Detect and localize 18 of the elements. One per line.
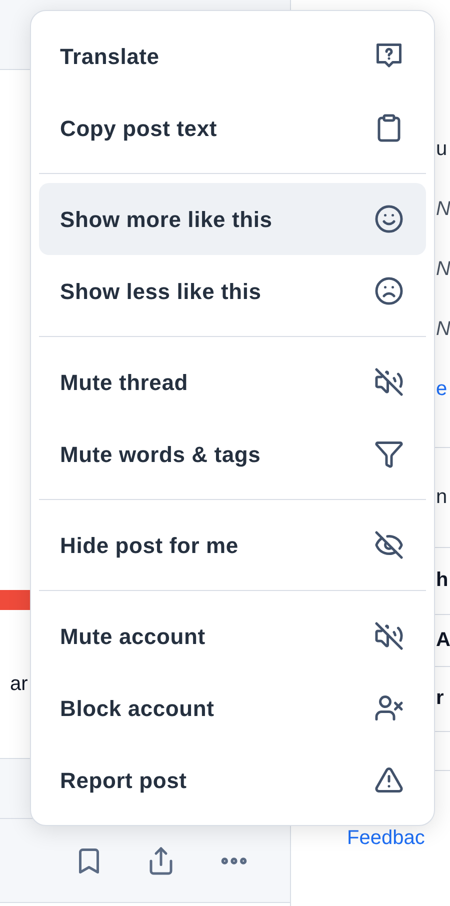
accent-strip (0, 590, 30, 610)
menu-item[interactable]: Show more like this (39, 183, 426, 255)
post-text: ar (10, 672, 28, 697)
smile-icon (374, 204, 404, 234)
text-fragment: A (436, 628, 450, 650)
eye-off-icon (374, 530, 404, 560)
feedback-link[interactable]: Feedbac (347, 823, 425, 853)
filter-icon (374, 439, 404, 469)
text-fragment: e (436, 378, 448, 400)
text-fragment: n (436, 486, 448, 508)
text-fragment: h (436, 569, 448, 591)
muted-speaker-icon (374, 621, 404, 651)
frown-icon (374, 276, 404, 306)
warning-icon (374, 765, 404, 795)
text-fragment: u (436, 138, 448, 160)
muted-speaker-icon (374, 367, 404, 397)
text-fragment: r (436, 687, 444, 709)
user-x-icon (374, 693, 404, 723)
